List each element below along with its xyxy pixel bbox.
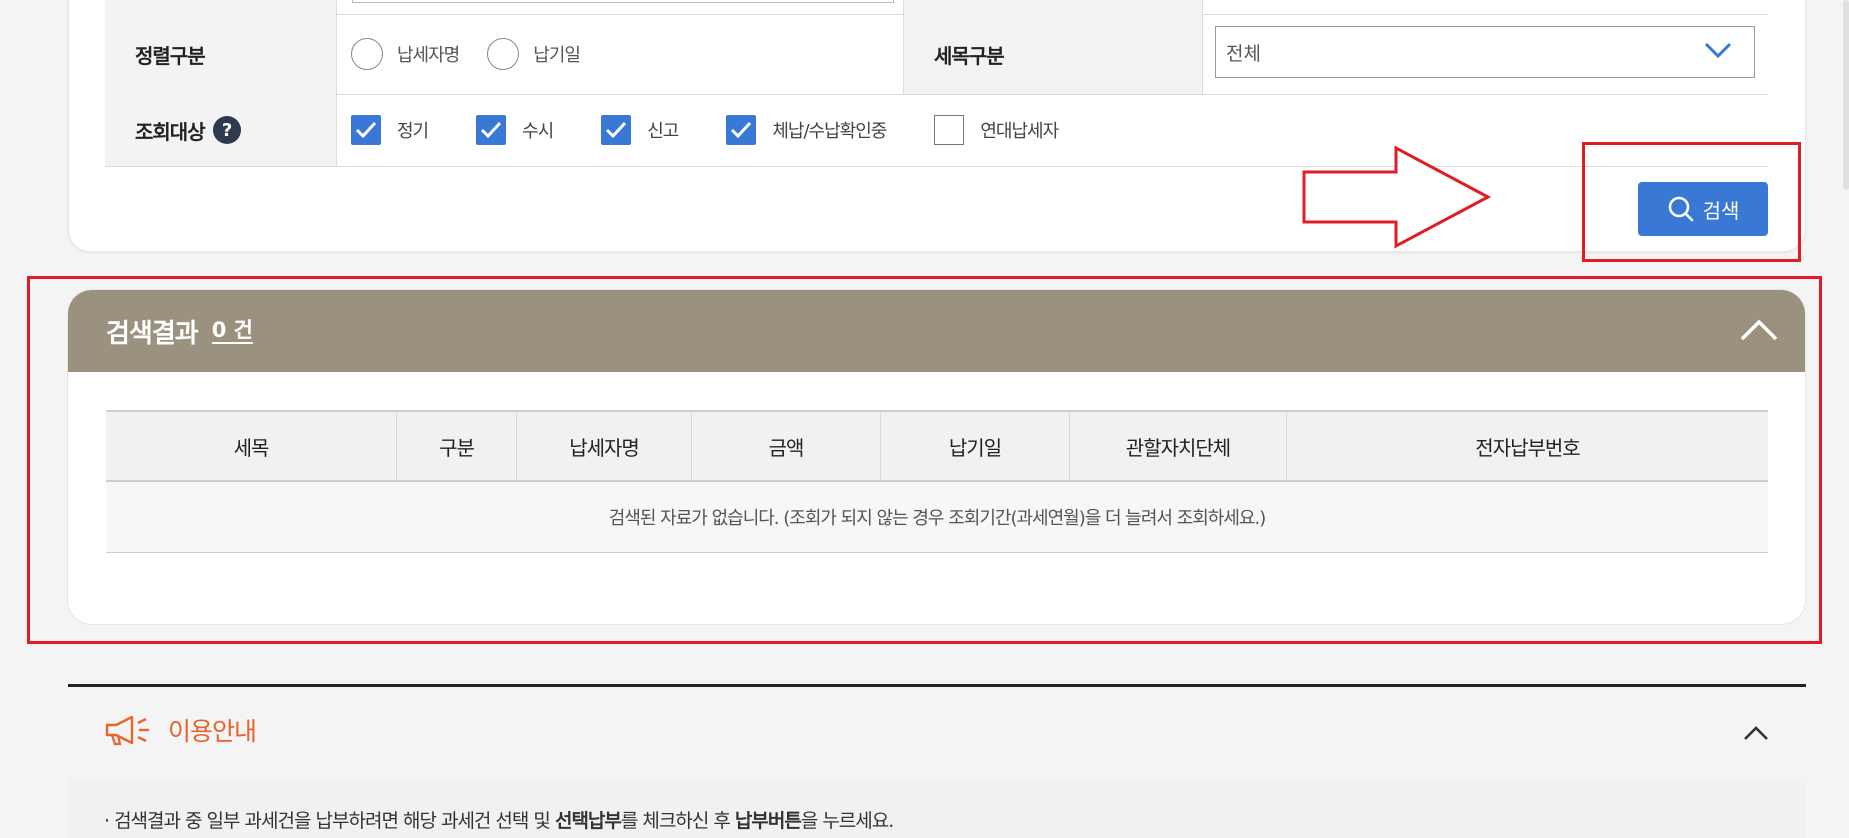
checkbox-regular[interactable] [351,115,381,145]
guide-body: · 검색결과 중 일부 과세건을 납부하려면 해당 과세건 선택 및 선택납부를… [68,778,1806,838]
targets-checkbox-group: 정기 수시 신고 체납/수납확인중 연대납세자 [351,94,1106,166]
form-row-partial [105,0,1768,15]
radio-sort-duedate[interactable] [487,38,520,70]
guide-text-part: 를 체크하신 후 [620,810,735,832]
guide-divider [68,684,1806,687]
check-icon [481,121,502,139]
checkbox-arrears[interactable] [726,115,757,145]
checkbox-arrears-label[interactable]: 체납/수납확인중 [772,117,887,143]
annotation-arrow-icon [1302,145,1492,249]
guide-text-part: · 검색결과 중 일부 과세건을 납부하려면 해당 과세건 선택 및 [104,810,555,832]
row-header [105,0,337,14]
form-row-targets: 조회대상 ? 정기 수시 신고 체납/수납확인중 연대납세자 [105,94,1768,167]
radio-sort-duedate-label[interactable]: 납기일 [533,41,581,67]
row-header-right [903,0,1203,14]
megaphone-icon [105,715,149,746]
radio-sort-name[interactable] [351,38,383,70]
scrollbar[interactable] [1843,0,1849,190]
guide-title: 이용안내 [168,717,257,746]
text-input-partial[interactable] [352,0,894,3]
checkbox-occasional-label[interactable]: 수시 [522,117,554,143]
targets-label-cell: 조회대상 ? [105,94,337,166]
help-icon[interactable]: ? [212,116,241,144]
annotation-highlight-search [1582,142,1801,262]
check-icon [731,121,752,139]
radio-sort-name-label[interactable]: 납세자명 [397,41,460,67]
guide-text-emphasis: 납부버튼 [734,810,802,832]
tax-item-select[interactable]: 전체 [1215,26,1755,78]
tax-item-label: 세목구분 [903,14,1203,94]
checkbox-report[interactable] [601,115,632,145]
chevron-down-icon [1704,42,1732,59]
annotation-highlight-results [27,276,1822,644]
guide-text-emphasis: 선택납부 [554,810,622,832]
checkbox-joint-taxpayer[interactable] [934,115,965,145]
guide-header: 이용안내 [104,712,257,748]
guide-text: · 검색결과 중 일부 과세건을 납부하려면 해당 과세건 선택 및 선택납부를… [104,806,894,833]
targets-label: 조회대상 [135,119,206,144]
guide-text-part: 을 누르세요. [800,810,894,832]
checkbox-regular-label[interactable]: 정기 [397,117,429,143]
sort-label: 정렬구분 [105,14,337,94]
form-row-sort: 정렬구분 납세자명 납기일 세목구분 전체 [105,14,1768,95]
tax-item-selected: 전체 [1226,42,1261,65]
check-icon [355,121,377,139]
sort-radio-group: 납세자명 납기일 [351,14,594,94]
checkbox-report-label[interactable]: 신고 [647,117,679,143]
check-icon [606,121,627,139]
chevron-up-icon[interactable] [1742,724,1770,742]
checkbox-occasional[interactable] [476,115,507,145]
checkbox-joint-taxpayer-label[interactable]: 연대납세자 [980,117,1059,143]
